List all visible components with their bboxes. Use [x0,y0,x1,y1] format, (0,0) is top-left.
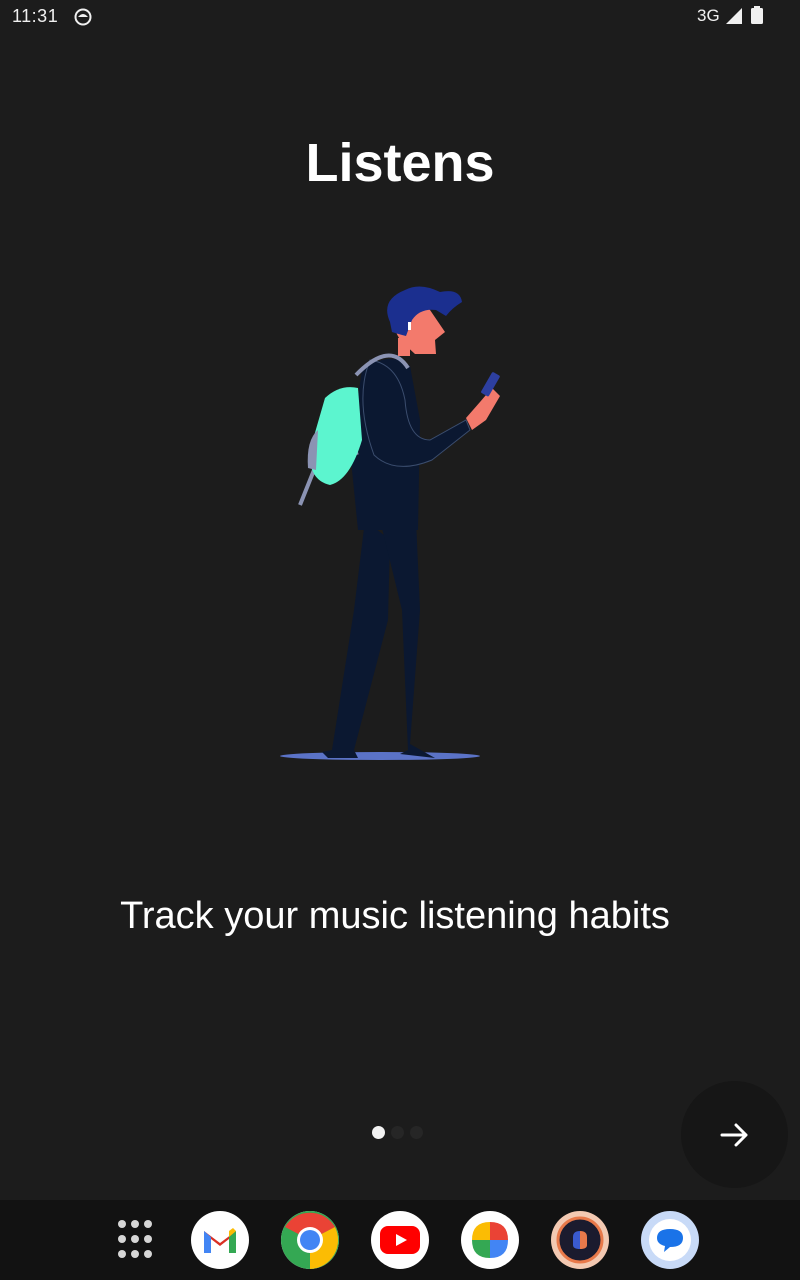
grid-dot [118,1250,126,1258]
youtube-icon [380,1226,420,1254]
grid-dot [118,1235,126,1243]
page-dot-active [372,1126,385,1139]
page-indicator [372,1126,423,1140]
app-drawer-button[interactable] [118,1220,158,1260]
gmail-app-icon[interactable] [191,1211,249,1269]
signal-icon [726,8,742,24]
network-type: 3G [697,6,720,25]
onboarding-title: Listens [305,133,495,193]
photos-icon [472,1222,508,1258]
person-illustration [280,286,500,760]
arrow-right-icon [720,1123,747,1146]
app-launcher-icon[interactable] [551,1211,609,1269]
grid-dot [131,1235,139,1243]
youtube-app-icon[interactable] [371,1211,429,1269]
grid-dot [118,1220,126,1228]
messages-icon [649,1219,691,1261]
chrome-app-icon[interactable] [281,1211,339,1269]
app-icon [556,1216,604,1264]
gmail-icon [204,1228,236,1253]
next-button[interactable] [681,1081,788,1188]
status-time: 11:31 [12,6,59,26]
grid-dot [144,1250,152,1258]
onboarding-subtitle: Track your music listening habits [120,895,670,937]
battery-icon [751,6,763,24]
chrome-icon [281,1211,339,1269]
photos-app-icon[interactable] [461,1211,519,1269]
grid-dot [144,1220,152,1228]
messages-app-icon[interactable] [641,1211,699,1269]
notification-app-icon [74,8,92,26]
status-bar: 11:31 3G [0,0,800,34]
grid-dot [131,1220,139,1228]
grid-dot [144,1235,152,1243]
page-dot [410,1126,423,1139]
page-dot [391,1126,404,1139]
grid-dot [131,1250,139,1258]
